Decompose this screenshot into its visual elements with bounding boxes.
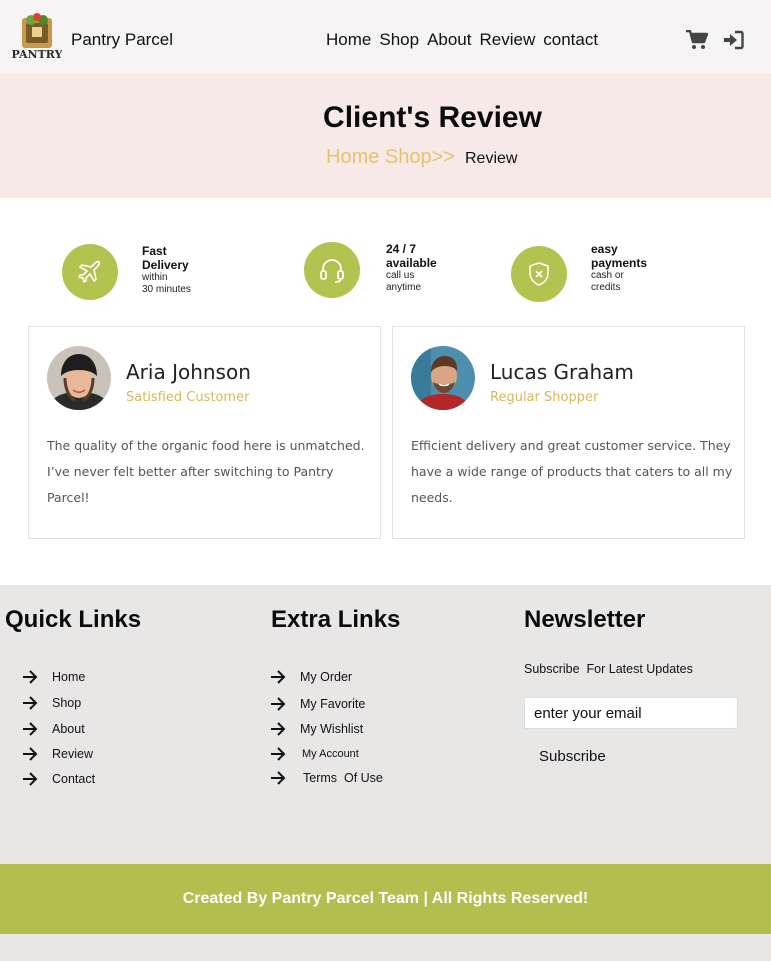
reviewer-name: Aria Johnson — [126, 360, 251, 384]
footer-link-label: Terms Of Use — [303, 771, 383, 785]
footer-link-my-account[interactable]: My Account — [270, 747, 359, 761]
feature-sub: call us — [386, 270, 415, 281]
page-banner: Client's Review Home Shop>> Review — [0, 74, 771, 198]
arrow-right-icon — [23, 722, 38, 736]
brand-name[interactable]: Pantry Parcel — [71, 30, 173, 50]
site-footer: Quick Links Extra Links Newsletter Home … — [0, 585, 771, 864]
arrow-right-icon — [23, 670, 38, 684]
plane-icon — [62, 244, 118, 300]
feature-title: easy payments — [591, 242, 648, 270]
nav-about[interactable]: About — [427, 30, 471, 50]
email-field[interactable] — [524, 697, 738, 729]
breadcrumb-links[interactable]: Home Shop>> — [326, 146, 455, 169]
footer-link-label: My Wishlist — [300, 722, 364, 736]
shield-icon — [511, 246, 567, 302]
review-text: The quality of the organic food here is … — [47, 438, 365, 505]
pantry-parcel-logo[interactable]: PANTRY — [12, 12, 62, 64]
login-icon[interactable] — [723, 30, 744, 50]
reviewer-role: Regular Shopper — [490, 390, 599, 405]
footer-link-contact[interactable]: Contact — [22, 772, 95, 786]
footer-link-review[interactable]: Review — [22, 747, 93, 761]
arrow-right-icon — [271, 670, 286, 684]
footer-link-my-wishlist[interactable]: My Wishlist — [270, 722, 363, 736]
feature-text: Fast Delivery within 30 minutes — [142, 244, 202, 300]
avatar — [47, 346, 111, 410]
feature-sub: anytime — [386, 282, 422, 293]
main-nav: Home Shop About Review contact — [326, 30, 598, 50]
arrow-right-icon — [271, 771, 286, 785]
page-title: Client's Review — [323, 101, 542, 134]
breadcrumb-current: Review — [464, 150, 518, 167]
footer-link-label: My Account — [302, 748, 359, 760]
feature-sub: within — [142, 272, 168, 283]
feature-sub: credits — [591, 282, 621, 293]
arrow-right-icon — [271, 722, 286, 736]
footer-link-label: Home — [52, 670, 86, 684]
quick-links-title: Quick Links — [5, 606, 142, 633]
copyright-bar: Created By Pantry Parcel Team | All Righ… — [0, 864, 771, 934]
arrow-right-icon — [23, 696, 38, 710]
newsletter-title: Newsletter — [524, 606, 646, 633]
review-text: Efficient delivery and great customer se… — [411, 438, 733, 505]
footer-link-label: My Favorite — [300, 697, 366, 711]
footer-link-label: About — [52, 722, 85, 736]
cart-icon[interactable] — [686, 30, 708, 50]
bottom-strip — [0, 934, 771, 961]
footer-link-terms[interactable]: Terms Of Use — [270, 771, 383, 785]
feature-text: easy payments cash or credits — [591, 242, 651, 302]
copyright-text: Created By Pantry Parcel Team | All Righ… — [182, 890, 589, 907]
arrow-right-icon — [271, 697, 286, 711]
extra-links-title: Extra Links — [271, 606, 401, 633]
review-card: Aria Johnson Satisfied Customer The qual… — [28, 326, 381, 539]
breadcrumb: Home Shop>> Review — [326, 146, 517, 169]
feature-fast-delivery: Fast Delivery within 30 minutes — [62, 244, 202, 300]
footer-link-shop[interactable]: Shop — [22, 696, 81, 710]
nav-shop[interactable]: Shop — [379, 30, 419, 50]
subscribe-button[interactable]: Subscribe — [539, 748, 606, 765]
newsletter-subtitle: Subscribe For Latest Updates — [524, 662, 693, 676]
footer-link-about[interactable]: About — [22, 722, 85, 736]
review-card: Lucas Graham Regular Shopper Efficient d… — [392, 326, 745, 539]
reviewer-name: Lucas Graham — [490, 360, 634, 384]
feature-text: 24 / 7 available call us anytime — [386, 242, 446, 298]
reviewer-role: Satisfied Customer — [126, 390, 250, 405]
footer-link-label: My Order — [300, 670, 353, 684]
footer-link-label: Review — [52, 747, 93, 761]
avatar — [411, 346, 475, 410]
site-header: PANTRY Pantry Parcel Home Shop About Rev… — [0, 0, 771, 74]
footer-link-home[interactable]: Home — [22, 670, 85, 684]
footer-link-my-favorite[interactable]: My Favorite — [270, 697, 365, 711]
nav-home[interactable]: Home — [326, 30, 371, 50]
footer-link-label: Shop — [52, 696, 82, 710]
nav-review[interactable]: Review — [480, 30, 536, 50]
feature-payments: easy payments cash or credits — [511, 242, 651, 302]
headset-icon — [304, 242, 360, 298]
arrow-right-icon — [23, 747, 38, 761]
nav-contact[interactable]: contact — [543, 30, 598, 50]
footer-link-my-order[interactable]: My Order — [270, 670, 352, 684]
feature-title: Fast Delivery — [142, 244, 189, 272]
feature-sub: cash or — [591, 270, 624, 281]
footer-link-label: Contact — [52, 772, 96, 786]
arrow-right-icon — [271, 747, 286, 761]
feature-title: 24 / 7 available — [386, 242, 437, 270]
arrow-right-icon — [23, 772, 38, 786]
svg-text:PANTRY: PANTRY — [12, 48, 62, 61]
feature-sub: 30 minutes — [142, 284, 191, 295]
feature-support: 24 / 7 available call us anytime — [304, 242, 446, 298]
